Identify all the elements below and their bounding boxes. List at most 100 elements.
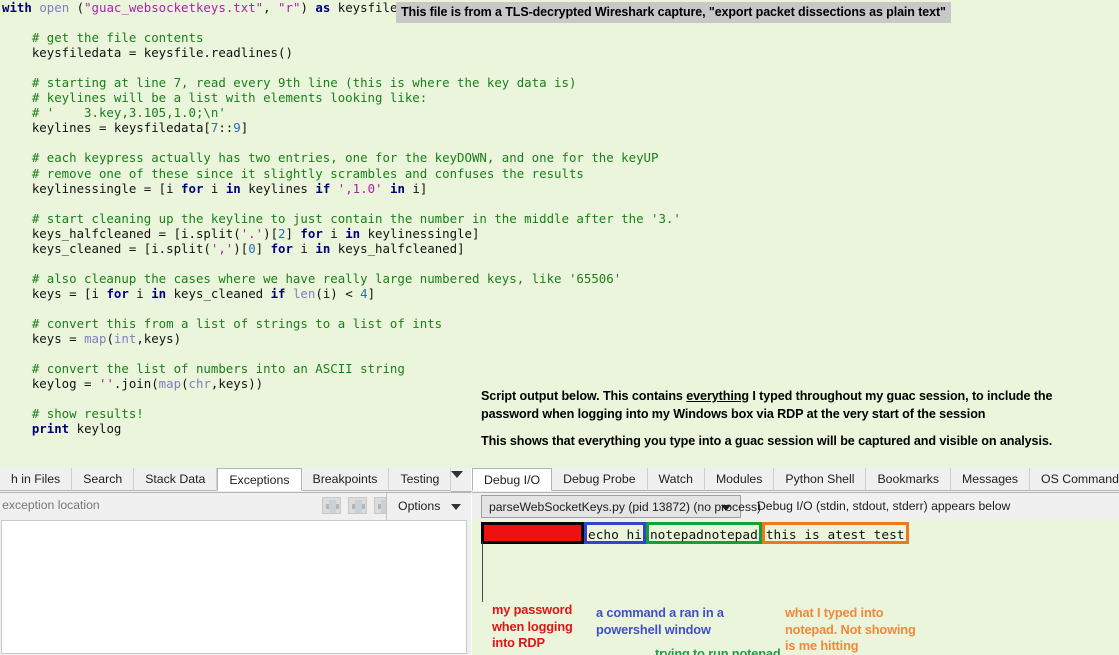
code-line: # convert this from a list of strings to… bbox=[0, 316, 1119, 331]
debug-io-console[interactable]: echo hi notepadnotepad this is atest test … bbox=[472, 520, 1119, 655]
code-token: # ' 3.key,3.105,1.0;\n' bbox=[2, 105, 226, 121]
code-token: 9 bbox=[233, 120, 241, 136]
code-token: # also cleanup the cases where we have r… bbox=[2, 270, 622, 286]
chevron-down-icon-left-tabs[interactable] bbox=[451, 471, 463, 478]
code-token: keylog = bbox=[2, 376, 99, 392]
annotation-spacer bbox=[481, 423, 1091, 433]
code-token: with bbox=[2, 0, 32, 15]
code-token: ) bbox=[300, 0, 316, 15]
tab-debug-i-o[interactable]: Debug I/O bbox=[472, 468, 553, 491]
code-token: # keylines will be a list with elements … bbox=[2, 90, 428, 106]
tab-python-shell[interactable]: Python Shell bbox=[774, 468, 867, 491]
code-line: # convert the list of numbers into an AS… bbox=[0, 361, 1119, 376]
code-token: in bbox=[225, 180, 241, 196]
code-line: # get the file contents bbox=[0, 30, 1119, 45]
tab-messages[interactable]: Messages bbox=[950, 468, 1031, 491]
code-token: # show results! bbox=[2, 406, 144, 422]
code-token: map bbox=[158, 376, 182, 392]
tab-stack-data[interactable]: Stack Data bbox=[134, 468, 218, 491]
exception-ignore-icon[interactable] bbox=[322, 497, 341, 514]
annotation-leader-line bbox=[482, 542, 483, 602]
code-line: keylinessingle = [i for i in keylines if… bbox=[0, 181, 1119, 196]
options-label: Options bbox=[398, 499, 441, 513]
code-token: as bbox=[315, 0, 331, 15]
annotation-password-note: my password when logging into RDP bbox=[492, 602, 573, 650]
tab-search[interactable]: Search bbox=[72, 468, 135, 491]
code-token: # start cleaning up the keyline to just … bbox=[2, 210, 681, 226]
code-line: # starting at line 7, read every 9th lin… bbox=[0, 75, 1119, 90]
tab-testing[interactable]: Testing bbox=[389, 468, 452, 491]
annotation-middle-note: Script output below. This contains every… bbox=[481, 388, 1091, 451]
annotation-mid-part2: I typed throughout my guac session, to i… bbox=[748, 389, 1053, 403]
code-token: , bbox=[263, 0, 279, 15]
console-output-row: echo hi notepadnotepad this is atest test bbox=[481, 522, 909, 544]
code-token: i bbox=[203, 180, 226, 196]
code-token: # convert this from a list of strings to… bbox=[2, 315, 443, 331]
annotation-mid-part1: Script output below. This contains bbox=[481, 389, 687, 403]
tab-bookmarks[interactable]: Bookmarks bbox=[866, 468, 951, 491]
bottom-dock: h in Files Search Stack Data Exceptions Brea… bbox=[0, 468, 1119, 655]
code-token: for bbox=[181, 180, 204, 196]
code-line: # each keypress actually has two entries… bbox=[0, 150, 1119, 165]
code-token: i bbox=[292, 240, 316, 256]
left-tabstrip[interactable]: h in Files Search Stack Data Exceptions Brea… bbox=[0, 468, 492, 493]
tab-exceptions[interactable]: Exceptions bbox=[217, 468, 302, 491]
code-token: keylines = keysfiledata[ bbox=[2, 120, 211, 136]
tab-watch[interactable]: Watch bbox=[647, 468, 705, 491]
code-token: # each keypress actually has two entries… bbox=[2, 150, 659, 166]
code-token: # convert the list of numbers into an AS… bbox=[2, 361, 405, 377]
code-token: ( bbox=[181, 376, 189, 392]
code-line: # start cleaning up the keyline to just … bbox=[0, 211, 1119, 226]
tab-modules[interactable]: Modules bbox=[704, 468, 775, 491]
tab-breakpoints[interactable]: Breakpoints bbox=[301, 468, 390, 491]
code-token: keylinessingle] bbox=[360, 225, 480, 241]
tab-debug-probe[interactable]: Debug Probe bbox=[552, 468, 648, 491]
code-token: for bbox=[270, 240, 293, 256]
code-token: keys_cleaned = [i.split( bbox=[2, 240, 211, 256]
code-token: open bbox=[39, 0, 70, 15]
tab-os-commands[interactable]: OS Commands bbox=[1030, 468, 1119, 491]
echo-command: echo hi bbox=[584, 522, 646, 544]
debug-io-tabstrip[interactable]: Debug I/O Debug Probe Watch Modules Python S… bbox=[472, 468, 1119, 493]
annotation-mid-line2: password when logging into my Windows bo… bbox=[481, 406, 986, 421]
exception-hint-label: nore this exception location bbox=[0, 498, 100, 512]
debug-io-panel: Debug I/O Debug Probe Watch Modules Python S… bbox=[472, 468, 1119, 655]
code-token: for bbox=[300, 225, 323, 241]
process-selector-dropdown[interactable]: parseWebSocketKeys.py (pid 13872) (no pr… bbox=[481, 495, 761, 518]
code-token: ] bbox=[255, 240, 271, 256]
tab-h-in-files[interactable]: h in Files bbox=[0, 468, 73, 491]
code-token: in bbox=[151, 285, 167, 301]
code-token: ] bbox=[367, 285, 376, 301]
annotation-mid-emphasis: everything bbox=[686, 389, 749, 403]
code-line: # keylines will be a list with elements … bbox=[0, 90, 1119, 105]
code-token: 0 bbox=[248, 240, 256, 256]
code-token: ( bbox=[106, 331, 114, 347]
code-line: # also cleanup the cases where we have r… bbox=[0, 271, 1119, 286]
code-token: in bbox=[345, 225, 361, 241]
ide-window: with open ("guac_websocketkeys.txt", "r"… bbox=[0, 0, 1119, 655]
code-line: keys = [i for i in keys_cleaned if len(i… bbox=[0, 286, 1119, 301]
code-token: keys = bbox=[2, 331, 85, 347]
code-line: # remove one of these since it slightly … bbox=[0, 166, 1119, 181]
exceptions-list-body[interactable] bbox=[1, 520, 467, 654]
password-redaction bbox=[481, 522, 584, 544]
code-token: len bbox=[292, 285, 316, 301]
code-token: keylines bbox=[240, 180, 316, 196]
code-token: '.' bbox=[240, 225, 264, 241]
chevron-down-icon-options bbox=[451, 504, 461, 510]
code-token: keys_cleaned bbox=[166, 285, 271, 301]
options-button[interactable]: Options bbox=[386, 493, 471, 521]
notepad-command: notepadnotepad bbox=[645, 522, 762, 544]
exception-pause-icon[interactable] bbox=[348, 497, 367, 514]
code-token: 4 bbox=[360, 285, 368, 301]
left-tool-panel: h in Files Search Stack Data Exceptions Brea… bbox=[0, 468, 492, 655]
code-token: if bbox=[270, 285, 286, 301]
code-token: ',' bbox=[210, 240, 234, 256]
code-token: map bbox=[84, 331, 107, 347]
